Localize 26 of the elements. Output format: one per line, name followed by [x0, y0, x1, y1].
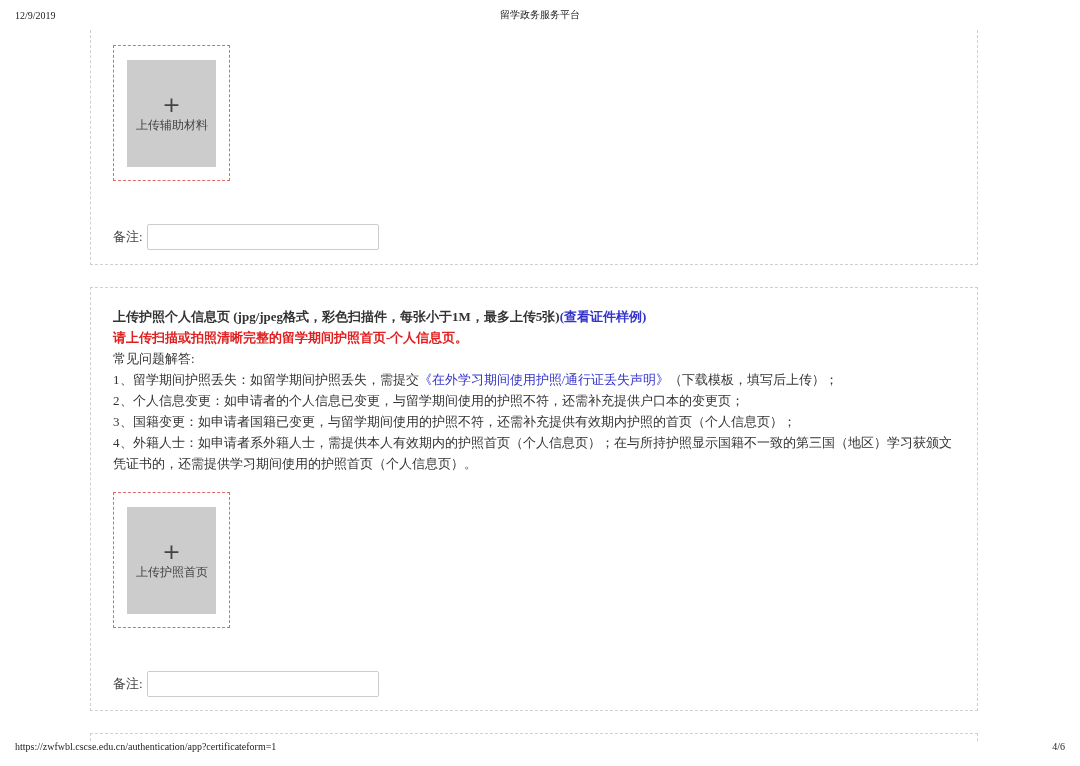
page-number: 4/6 — [1052, 741, 1065, 752]
faq-text: （下载模板，填写后上传）； — [669, 372, 839, 387]
upload-area[interactable]: + 上传辅助材料 — [113, 45, 230, 181]
remark-field[interactable] — [146, 671, 379, 697]
remark-label: 备注: — [113, 675, 143, 693]
upload-label: 上传护照首页 — [135, 564, 208, 581]
upload-tile[interactable]: + 上传辅助材料 — [127, 60, 216, 167]
faq-text: 1、留学期间护照丢失：如留学期间护照丢失，需提交 — [113, 372, 419, 387]
upload-area[interactable]: + 上传护照首页 — [113, 492, 230, 628]
faq-title: 常见问题解答: — [113, 351, 195, 366]
plus-icon: + — [162, 93, 181, 117]
faq-item: 3、国籍变更：如申请者国籍已变更，与留学期间使用的护照不符，还需补充提供有效期内护照的首页（个人信息页）； — [113, 413, 797, 431]
remark-field[interactable] — [146, 224, 379, 250]
page-title: 留学政务服务平台 — [500, 8, 580, 22]
print-date: 12/9/2019 — [15, 9, 57, 21]
faq-item: 2、个人信息变更：如申请者的个人信息已变更，与留学期间使用的护照不符，还需补充提供户口本的变更页； — [113, 392, 745, 410]
warning-text: 请上传扫描或拍照清晰完整的留学期间护照首页-个人信息页。 — [113, 330, 469, 345]
upload-label: 上传辅助材料 — [135, 117, 208, 134]
faq-item: 4、外籍人士：如申请者系外籍人士，需提供本人有效期内的护照首页（个人信息页）；在与所持护照显示国籍不一致的第三国（地区）学习获颁文凭证书的，还需提供学习期间使用的护照首页（个人信息页）。 — [113, 434, 953, 473]
upload-tile[interactable]: + 上传护照首页 — [127, 507, 216, 614]
section-title: 上传护照个人信息页 (jpg/jpeg格式，彩色扫描件，每张小于1M，最多上传5张) — [113, 309, 560, 324]
plus-icon: + — [162, 540, 181, 564]
remark-label: 备注: — [113, 228, 143, 246]
sample-link[interactable]: (查看证件样例) — [559, 309, 647, 324]
template-link[interactable]: 《在外学习期间使用护照/通行证丢失声明》 — [418, 372, 670, 387]
page-url: https://zwfwbl.cscse.edu.cn/authentication/app?certificateform=1 — [15, 741, 277, 752]
